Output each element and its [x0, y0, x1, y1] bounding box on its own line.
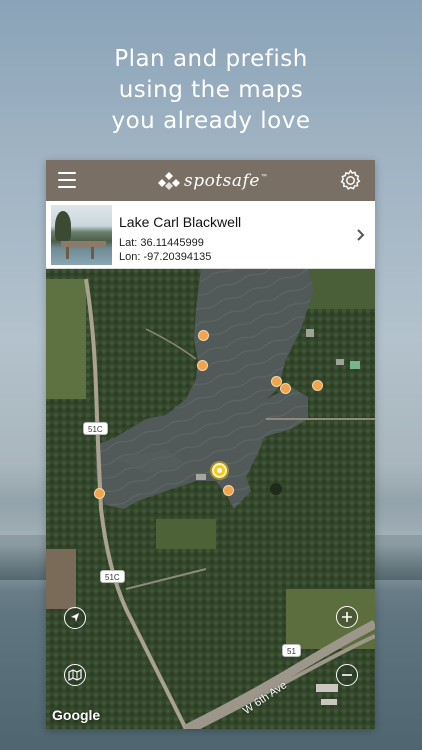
minus-icon	[342, 674, 352, 676]
locate-button[interactable]	[64, 607, 86, 629]
map-layers-button[interactable]	[64, 664, 86, 686]
fishing-spot-pin[interactable]	[94, 488, 105, 499]
fishing-spot-pin[interactable]	[312, 380, 323, 391]
fishing-spot-pin[interactable]	[223, 485, 234, 496]
location-thumbnail	[51, 205, 112, 265]
app-toolbar: spotsafe ™	[46, 160, 375, 201]
headline-line-3: you already love	[111, 108, 311, 134]
location-name: Lake Carl Blackwell	[119, 214, 242, 230]
satellite-imagery	[46, 269, 375, 729]
zoom-in-button[interactable]	[336, 606, 358, 628]
navigation-arrow-icon	[71, 613, 79, 622]
road-shield: 51C	[100, 570, 125, 583]
selected-spot-pin[interactable]	[212, 463, 227, 478]
gear-icon[interactable]	[338, 168, 363, 193]
menu-icon[interactable]	[58, 172, 76, 188]
app-screen: spotsafe ™ Lake Carl Blackwell Lat: 36.1…	[46, 160, 375, 729]
fishing-spot-pin[interactable]	[280, 383, 291, 394]
location-latitude: Lat: 36.11445999	[119, 237, 204, 249]
location-longitude: Lon: -97.20394135	[119, 251, 212, 263]
location-card[interactable]: Lake Carl Blackwell Lat: 36.11445999 Lon…	[46, 201, 375, 269]
fishing-spot-pin[interactable]	[198, 330, 209, 341]
road-shield: 51	[282, 644, 301, 657]
promo-headline: Plan and prefish using the maps you alre…	[0, 44, 422, 137]
satellite-map[interactable]: 51C 51C 51 W 6th Ave Google	[46, 269, 375, 729]
map-layers-icon	[68, 669, 82, 681]
logo-mark-icon	[158, 172, 180, 190]
road-shield: 51C	[83, 422, 108, 435]
logo-text: spotsafe	[184, 171, 260, 191]
zoom-out-button[interactable]	[336, 664, 358, 686]
headline-line-2: using the maps	[118, 77, 304, 103]
headline-line-1: Plan and prefish	[114, 46, 308, 72]
app-logo: spotsafe ™	[158, 169, 267, 193]
fishing-spot-pin[interactable]	[197, 360, 208, 371]
logo-trademark: ™	[260, 174, 267, 180]
chevron-right-icon[interactable]	[356, 228, 366, 242]
map-attribution: Google	[52, 707, 101, 723]
plus-icon	[342, 612, 352, 622]
